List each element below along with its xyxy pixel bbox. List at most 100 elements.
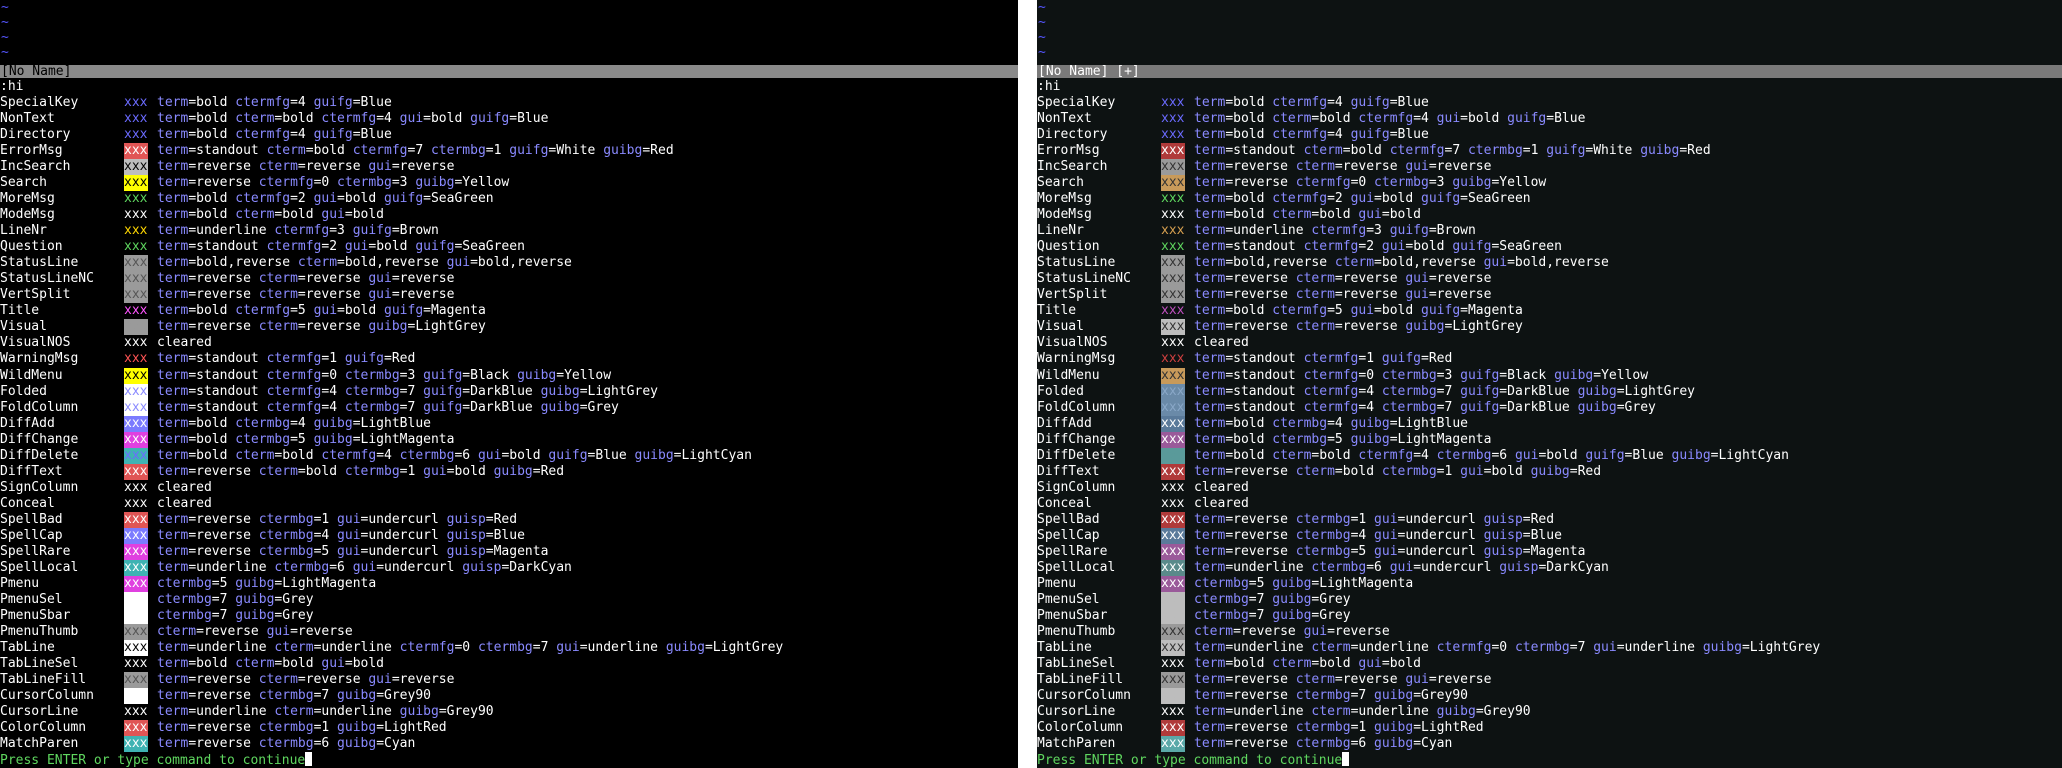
command-line[interactable]: :hi <box>0 79 1018 95</box>
attr-key: cterm <box>235 656 275 671</box>
highlight-attrs: cleared <box>1194 335 1249 351</box>
highlight-attrs: term=bold ctermfg=5 gui=bold guifg=Magen… <box>1194 303 1523 318</box>
attr-key: cterm <box>258 287 298 302</box>
highlight-row: PmenuThumb xxx cterm=reverse gui=reverse <box>0 624 1018 640</box>
attr-key: term <box>157 287 189 302</box>
highlight-attrs: cleared <box>157 496 212 512</box>
attr-key: guibg <box>313 432 353 447</box>
attr-value: 5 <box>1256 576 1265 591</box>
highlight-attrs: cterm=reverse gui=reverse <box>157 624 353 639</box>
highlight-attrs: term=bold cterm=bold gui=bold <box>1194 207 1422 222</box>
attr-key: term <box>157 640 189 655</box>
text-cursor <box>305 752 313 766</box>
attr-value: reverse <box>305 672 361 687</box>
highlight-attrs: term=underline ctermbg=6 gui=undercurl g… <box>1194 560 1609 575</box>
attr-value: Magenta <box>493 544 549 559</box>
attr-value: Cyan <box>384 736 416 751</box>
attr-key: ctermbg <box>1272 432 1328 447</box>
attr-value: bold <box>1381 303 1414 318</box>
highlight-attrs: term=reverse ctermbg=7 guibg=Grey90 <box>1194 688 1468 703</box>
attr-value: 6 <box>462 448 471 463</box>
highlight-group-name: SpecialKey <box>1037 95 1116 110</box>
attr-key: guifg <box>415 239 455 254</box>
highlight-row: DiffAdd xxx term=bold ctermbg=4 guibg=Ligh… <box>1037 416 2062 432</box>
attr-value: 4 <box>1334 95 1343 110</box>
highlight-attrs: term=bold ctermfg=4 guifg=Blue <box>1194 127 1429 142</box>
highlight-group-name: PmenuThumb <box>1037 624 1116 639</box>
attr-value: underline <box>196 223 267 238</box>
attr-key: cterm <box>1272 207 1312 222</box>
attr-value: bold <box>1342 464 1375 479</box>
highlight-group-name: ErrorMsg <box>0 143 63 158</box>
attr-key: guibg <box>540 400 580 415</box>
highlight-group-name: Directory <box>0 127 71 142</box>
highlight-sample: xxx <box>1161 640 1185 656</box>
attr-key: ctermfg <box>1358 111 1414 126</box>
attr-key: cterm <box>1295 271 1335 286</box>
attr-value: 7 <box>540 640 549 655</box>
highlight-sample: xxx <box>124 736 148 752</box>
highlight-attrs: cleared <box>1194 480 1249 496</box>
highlight-group-name: TabLineSel <box>1037 656 1116 671</box>
attr-value: LightMagenta <box>360 432 455 447</box>
highlight-row: CursorLine xxx term=underline cterm=underl… <box>1037 704 2062 720</box>
highlight-attrs: term=bold ctermbg=4 guibg=LightBlue <box>1194 416 1468 431</box>
attr-key: guibg <box>415 175 455 190</box>
highlight-attrs: term=standout ctermfg=4 ctermbg=7 guifg=… <box>157 400 619 415</box>
attr-value: reverse <box>399 287 455 302</box>
highlight-attrs: term=standout ctermfg=1 guifg=Red <box>157 351 416 366</box>
highlight-attrs: term=bold cterm=bold ctermfg=4 gui=bold … <box>1194 111 1586 126</box>
highlight-group-name: PmenuSbar <box>1037 608 1108 623</box>
highlight-attrs: term=reverse cterm=reverse guibg=LightGr… <box>157 319 486 334</box>
attr-key: term <box>1194 159 1226 174</box>
attr-value: LightRed <box>1421 720 1484 735</box>
highlight-row: TabLine xxx term=underline cterm=underline… <box>1037 640 2062 656</box>
command-line[interactable]: :hi <box>1037 79 2062 95</box>
highlight-sample: xxx <box>1161 528 1185 544</box>
attr-value: 0 <box>1358 175 1367 190</box>
right-vim-pane[interactable]: ~ ~ ~ ~ [No Name] [+]:hi SpecialKey xxx term=bo… <box>1037 0 2062 768</box>
highlight-attrs: term=underline cterm=underline guibg=Gre… <box>157 704 494 719</box>
attr-key: ctermbg <box>258 720 314 735</box>
attr-value: reverse <box>399 271 455 286</box>
attr-key: cterm <box>1311 640 1351 655</box>
attr-value: 1 <box>1444 464 1453 479</box>
highlight-sample: xxx <box>1161 384 1185 400</box>
highlight-sample: xxx <box>1161 576 1185 592</box>
highlight-group-name: NonText <box>0 111 55 126</box>
highlight-group-name: SpellCap <box>0 528 63 543</box>
highlight-sample: xxx <box>124 127 148 142</box>
attr-key: gui <box>399 111 424 126</box>
highlight-sample: xxx <box>1161 624 1185 640</box>
attr-value: bold <box>352 656 385 671</box>
attr-value: Magenta <box>1530 544 1586 559</box>
attr-value: Blue <box>517 111 549 126</box>
highlight-sample: xxx <box>1161 191 1185 206</box>
highlight-sample: xxx <box>1161 271 1185 287</box>
tilde-line: ~ <box>1 0 9 15</box>
attr-value: Blue <box>360 127 392 142</box>
attr-key: ctermfg <box>1272 191 1328 206</box>
attr-key: guisp <box>462 560 502 575</box>
highlight-attrs: term=bold ctermfg=2 gui=bold guifg=SeaGr… <box>1194 191 1531 206</box>
highlight-group-name: Visual <box>0 319 47 334</box>
left-vim-pane[interactable]: ~ ~ ~ ~ [No Name]:hi SpecialKey xxx term=bold c… <box>0 0 1018 768</box>
tilde-line: ~ <box>1 45 9 60</box>
attr-key: ctermfg <box>266 351 322 366</box>
attr-value: reverse <box>196 287 251 302</box>
highlight-attrs: term=bold ctermfg=2 gui=bold guifg=SeaGr… <box>157 191 494 206</box>
attr-value: 4 <box>297 416 306 431</box>
attr-key: gui <box>337 528 361 543</box>
attr-key: term <box>1194 544 1226 559</box>
highlight-group-name: DiffDelete <box>0 448 79 463</box>
attr-value: reverse <box>203 624 259 639</box>
attr-value: Black <box>1507 368 1547 383</box>
attr-key: cterm <box>1272 448 1312 463</box>
attr-value: reverse <box>1233 175 1288 190</box>
highlight-row: IncSearch xxx term=reverse cterm=reverse g… <box>0 159 1018 175</box>
attr-value: reverse <box>1436 672 1492 687</box>
attr-key: term <box>157 448 189 463</box>
attr-value: bold <box>196 656 228 671</box>
attr-key: guibg <box>1452 175 1492 190</box>
highlight-row: Conceal xxx cleared <box>0 496 1018 512</box>
